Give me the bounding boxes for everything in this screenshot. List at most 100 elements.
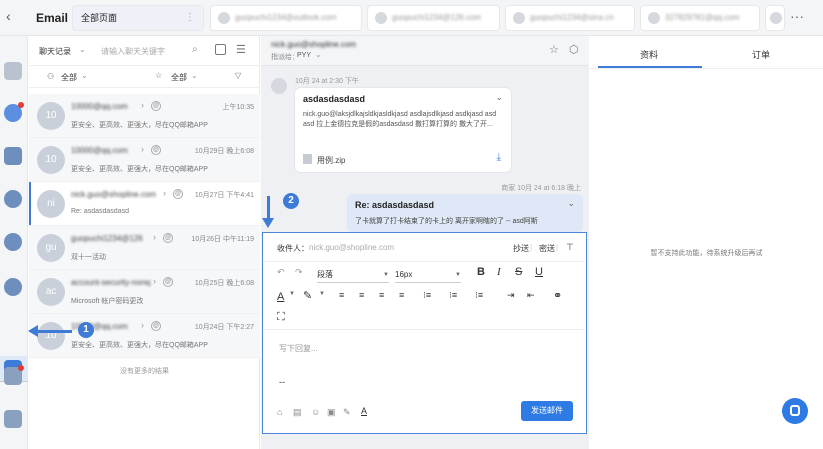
align-right-icon[interactable]: ≡ <box>379 290 384 300</box>
avatar: ac <box>37 278 65 306</box>
pin-icon[interactable]: ⊤ <box>566 242 574 253</box>
settings-icon[interactable]: ⬡ <box>569 43 579 56</box>
font-size-select[interactable]: 16px ▼ <box>395 267 461 283</box>
conversation-row[interactable]: ac account-security-noreply › @ 10月25日 晚… <box>29 270 260 314</box>
text-format-icon[interactable]: A <box>361 406 367 416</box>
chat-support-button[interactable] <box>782 398 808 424</box>
more-horizontal-icon[interactable]: ··· <box>790 8 804 24</box>
tab-label: 327829781@qq.com <box>665 13 740 22</box>
list-icon[interactable]: ☰ <box>236 43 246 56</box>
tab-account[interactable]: guopuchi1234@126.com <box>367 5 500 31</box>
template-icon[interactable]: ▤ <box>293 407 302 418</box>
conversation-row[interactable]: 10 10000@qq.com › @ 10月29日 晚上6:08 更安全、更高… <box>29 138 260 182</box>
undo-icon[interactable]: ↶ <box>277 267 285 278</box>
chevron-right-icon: › <box>141 144 144 154</box>
star-icon: ☆ <box>155 71 163 80</box>
italic-icon[interactable]: I <box>497 266 501 278</box>
message-time: 10月24日 下午2:27 <box>194 324 254 331</box>
conversation-row[interactable]: 10 10000@qq.com › @ 10月24日 下午2:27 更安全、更高… <box>29 314 260 358</box>
chevron-down-icon[interactable]: ⌄ <box>495 92 503 103</box>
cc-button[interactable]: 抄送 <box>513 243 529 254</box>
assignee-filter[interactable]: 全部 <box>61 72 77 83</box>
align-justify-icon[interactable]: ≡ <box>399 290 404 300</box>
channel-badge-icon: @ <box>173 189 183 199</box>
chevron-right-icon: › <box>141 320 144 330</box>
image-icon[interactable]: ▣ <box>327 407 336 418</box>
align-center-icon[interactable]: ≡ <box>359 290 364 300</box>
fullscreen-icon[interactable]: ⛶ <box>277 311 285 324</box>
bullet-list-icon[interactable]: ⁝≡ <box>449 290 457 301</box>
store-icon[interactable] <box>4 62 22 80</box>
record-type-select[interactable]: 聊天记录 <box>39 46 71 57</box>
conversation-row-active[interactable]: ni nick.guo@shopline.com › @ 10月27日 下午4:… <box>29 182 260 226</box>
recipient-input[interactable]: nick.guo@shopline.com <box>309 243 394 252</box>
channel-badge-icon: @ <box>151 321 161 331</box>
messenger-icon[interactable] <box>4 102 24 122</box>
incoming-email-card[interactable]: asdasdasdasd ⌄ nick.guo@laksjdlkajsldkja… <box>295 88 511 172</box>
attachment-name[interactable]: 用例.zip <box>317 155 345 166</box>
gallery-icon[interactable] <box>4 365 24 385</box>
search-bar: 聊天记录 ⌄ 请输入聊天关键字 ⌕ ☰ <box>29 36 260 66</box>
annotation-arrow-head <box>262 218 274 228</box>
message-time: 10月26日 中午11:19 <box>191 236 254 243</box>
conversation-header: nick.guo@shopline.com 指派给： PYY ⌄ ☆ ⬡ <box>261 36 589 66</box>
outdent-icon[interactable]: ⇤ <box>527 290 535 301</box>
line-height-icon[interactable]: ⁝≡ <box>423 290 431 301</box>
attachment-icon[interactable]: ⌂ <box>277 407 282 417</box>
conversation-row[interactable]: 10 10000@qq.com › @ 上午10:35 更安全、更高效、更强大，… <box>29 94 260 138</box>
filter-icon[interactable]: ▽ <box>235 71 241 80</box>
back-icon[interactable]: ‹ <box>6 8 11 24</box>
assign-label: 指派给： <box>271 54 299 61</box>
assignee-value[interactable]: PYY <box>297 52 311 59</box>
edit-icon[interactable]: ✎ <box>343 407 351 418</box>
tab-account-truncated[interactable] <box>765 5 785 31</box>
star-icon[interactable]: ☆ <box>549 43 559 56</box>
indent-icon[interactable]: ⇥ <box>507 290 515 301</box>
message-preview: 更安全、更高效、更强大，尽在QQ邮箱APP <box>71 342 208 349</box>
reply-body-input[interactable]: 写下回复... <box>279 343 318 354</box>
step-badge-1: 1 <box>78 322 94 338</box>
bcc-button[interactable]: 密送 <box>539 243 555 254</box>
separator: | <box>556 243 559 252</box>
tab-label: 全部页面 <box>81 13 118 23</box>
sender-address: guopuchi1234@126 <box>71 234 143 243</box>
star-filter[interactable]: 全部 <box>171 72 187 83</box>
font-color-icon[interactable]: A <box>277 291 284 303</box>
reply-composer: 收件人： nick.guo@shopline.com 抄送 | 密送 | ⊤ ↶… <box>262 232 587 434</box>
conversation-row[interactable]: gu guopuchi1234@126 › @ 10月26日 中午11:19 双… <box>29 226 260 270</box>
sent-email-card[interactable]: Re: asdasdasdasd ⌄ 了卡就算了打卡结束了的卡上的 离开家啊瞎的… <box>347 194 583 232</box>
bold-icon[interactable]: B <box>477 266 485 278</box>
paragraph-select-value: 段落 <box>317 270 333 279</box>
crown-icon[interactable] <box>4 410 22 428</box>
tab-all-pages[interactable]: 全部页面 ⋮ <box>72 5 204 31</box>
highlight-icon[interactable]: ✎ <box>303 289 312 302</box>
search-icon[interactable]: ⌕ <box>192 44 198 55</box>
zalo-icon[interactable] <box>4 278 22 296</box>
tab-profile[interactable]: 资料 <box>640 48 658 61</box>
tab-orders[interactable]: 订单 <box>752 48 770 61</box>
chevron-down-icon[interactable]: ⌄ <box>567 198 575 209</box>
emoji-icon[interactable]: ☺ <box>311 407 320 417</box>
paragraph-select[interactable]: 段落 ▼ <box>317 267 389 283</box>
numbered-list-icon[interactable]: ⁝≡ <box>475 290 483 301</box>
sender-address: nick.guo@shopline.com <box>71 190 157 199</box>
redo-icon[interactable]: ↷ <box>295 267 303 278</box>
annotation-arrow-line <box>36 330 72 333</box>
tab-account[interactable]: guopuchi1234@sina.cn <box>505 5 635 31</box>
whatsapp-icon[interactable] <box>4 190 22 208</box>
caret-down-icon: ▼ <box>383 272 389 278</box>
align-left-icon[interactable]: ≡ <box>339 290 344 300</box>
instagram-icon[interactable] <box>4 147 22 165</box>
chevron-right-icon: › <box>153 232 156 242</box>
calendar-icon[interactable] <box>215 44 226 55</box>
tab-account[interactable]: guopuchi1234@outlook.com <box>210 5 362 31</box>
tab-account[interactable]: 327829781@qq.com <box>640 5 760 31</box>
send-button[interactable]: 发送邮件 <box>521 401 573 421</box>
more-vertical-icon[interactable]: ⋮ <box>185 6 195 30</box>
telegram-icon[interactable] <box>4 233 22 251</box>
underline-icon[interactable]: U <box>535 266 543 278</box>
download-icon[interactable]: ⤓ <box>497 152 501 163</box>
link-icon[interactable]: ⚭ <box>553 289 562 302</box>
search-input[interactable]: 请输入聊天关键字 <box>101 46 165 57</box>
strikethrough-icon[interactable]: S <box>515 266 522 278</box>
